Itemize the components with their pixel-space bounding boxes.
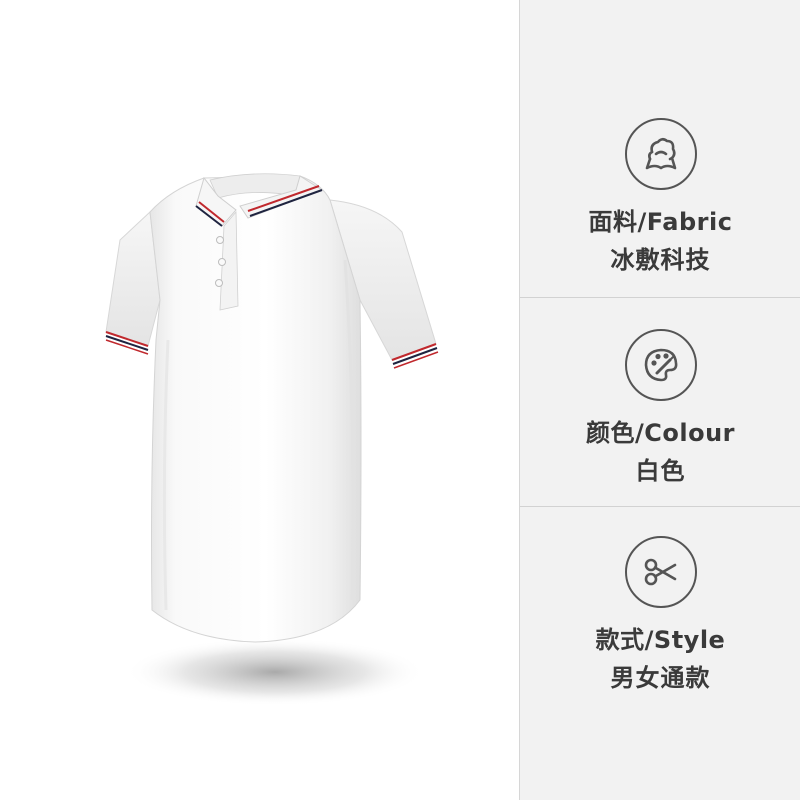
polo-shirt-image [105, 173, 439, 706]
spec-colour: 颜色/Colour 白色 [520, 329, 800, 486]
scissors-icon [624, 536, 697, 608]
fabric-cloud-icon [624, 118, 697, 190]
spec-title: 款式/Style [595, 626, 726, 654]
spec-style: 款式/Style 男女通款 [520, 536, 800, 693]
spec-title: 颜色/Colour [585, 419, 735, 447]
spec-fabric: 面料/Fabric 冰敷科技 [520, 118, 800, 275]
spec-panel: 面料/Fabric 冰敷科技 颜色/Colour 白色 款式/Style 男女通… [519, 0, 800, 800]
palette-icon [624, 329, 697, 401]
shirt-shadow [125, 638, 425, 706]
shirt-body [149, 175, 362, 643]
shirt-button [215, 279, 223, 287]
spec-value: 白色 [635, 457, 686, 485]
divider [520, 506, 800, 507]
shirt-button [218, 258, 226, 266]
spec-value: 男女通款 [610, 664, 711, 692]
spec-title: 面料/Fabric [588, 208, 733, 236]
product-detail-page: 面料/Fabric 冰敷科技 颜色/Colour 白色 款式/Style 男女通… [0, 0, 800, 800]
product-image-area [0, 0, 519, 800]
spec-value: 冰敷科技 [610, 246, 711, 274]
divider [520, 297, 800, 298]
shirt-button [216, 236, 224, 244]
